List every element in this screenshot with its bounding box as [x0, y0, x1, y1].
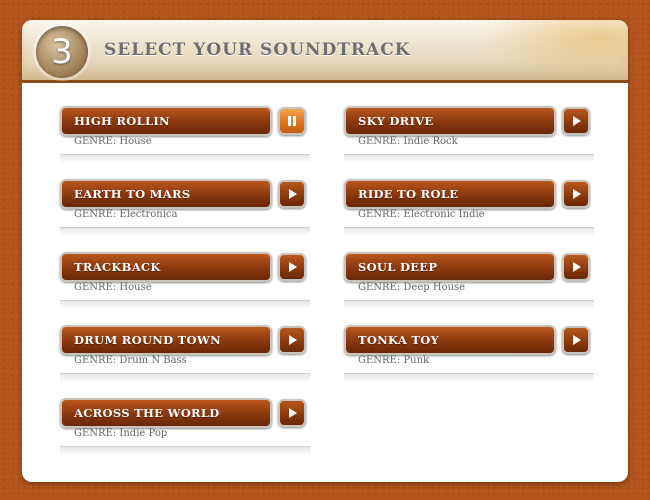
- pause-button[interactable]: [278, 107, 306, 135]
- play-button[interactable]: [278, 253, 306, 281]
- track-name: RIDE TO ROLE: [358, 187, 459, 201]
- track-select-button[interactable]: EARTH TO MARS: [60, 179, 272, 209]
- play-icon: [573, 262, 581, 272]
- track-genre: GENRE: Electronic Indie: [358, 209, 485, 220]
- divider: [344, 227, 594, 236]
- track-genre: GENRE: Punk: [358, 355, 430, 366]
- track-item: HIGH ROLLIN GENRE: House: [60, 106, 310, 179]
- track-item: SOUL DEEP GENRE: Deep House: [344, 252, 594, 325]
- soundtrack-panel: 3 SELECT YOUR SOUNDTRACK HIGH ROLLIN GEN…: [22, 20, 628, 482]
- track-item: RIDE TO ROLE GENRE: Electronic Indie: [344, 179, 594, 252]
- divider: [344, 154, 594, 163]
- track-genre: GENRE: Indie Rock: [358, 136, 458, 147]
- track-name: TONKA TOY: [358, 333, 440, 347]
- track-select-button[interactable]: HIGH ROLLIN: [60, 106, 272, 136]
- play-icon: [573, 335, 581, 345]
- track-name: EARTH TO MARS: [74, 187, 191, 201]
- track-select-button[interactable]: SOUL DEEP: [344, 252, 556, 282]
- track-name: TRACKBACK: [74, 260, 161, 274]
- track-genre: GENRE: Electronica: [74, 209, 178, 220]
- divider: [60, 154, 310, 163]
- track-genre: GENRE: Drum N Bass: [74, 355, 187, 366]
- track-name: SOUL DEEP: [358, 260, 438, 274]
- track-item: ACROSS THE WORLD GENRE: Indie Pop: [60, 398, 310, 471]
- play-button[interactable]: [562, 253, 590, 281]
- track-item: TONKA TOY GENRE: Punk: [344, 325, 594, 398]
- header-decoration: [478, 20, 628, 80]
- play-icon: [573, 189, 581, 199]
- track-genre: GENRE: House: [74, 282, 152, 293]
- divider: [60, 446, 310, 455]
- track-select-button[interactable]: TRACKBACK: [60, 252, 272, 282]
- track-select-button[interactable]: DRUM ROUND TOWN: [60, 325, 272, 355]
- track-name: ACROSS THE WORLD: [74, 406, 220, 420]
- play-button[interactable]: [562, 107, 590, 135]
- track-item: SKY DRIVE GENRE: Indie Rock: [344, 106, 594, 179]
- divider: [344, 373, 594, 382]
- track-item: EARTH TO MARS GENRE: Electronica: [60, 179, 310, 252]
- track-genre: GENRE: House: [74, 136, 152, 147]
- play-button[interactable]: [562, 326, 590, 354]
- track-name: DRUM ROUND TOWN: [74, 333, 221, 347]
- play-button[interactable]: [278, 326, 306, 354]
- track-select-button[interactable]: ACROSS THE WORLD: [60, 398, 272, 428]
- divider: [60, 227, 310, 236]
- step-number: 3: [51, 32, 73, 72]
- divider: [60, 373, 310, 382]
- track-column-right: SKY DRIVE GENRE: Indie Rock RIDE TO ROLE…: [344, 106, 594, 398]
- play-button[interactable]: [562, 180, 590, 208]
- play-button[interactable]: [278, 180, 306, 208]
- play-icon: [289, 189, 297, 199]
- track-genre: GENRE: Indie Pop: [74, 428, 168, 439]
- divider: [60, 300, 310, 309]
- play-icon: [573, 116, 581, 126]
- track-item: DRUM ROUND TOWN GENRE: Drum N Bass: [60, 325, 310, 398]
- track-select-button[interactable]: SKY DRIVE: [344, 106, 556, 136]
- play-icon: [289, 408, 297, 418]
- track-select-button[interactable]: RIDE TO ROLE: [344, 179, 556, 209]
- track-name: HIGH ROLLIN: [74, 114, 170, 128]
- page-title: SELECT YOUR SOUNDTRACK: [104, 40, 411, 60]
- play-icon: [289, 335, 297, 345]
- divider: [344, 300, 594, 309]
- play-icon: [289, 262, 297, 272]
- track-column-left: HIGH ROLLIN GENRE: House EARTH TO MARS G…: [60, 106, 310, 471]
- track-genre: GENRE: Deep House: [358, 282, 466, 293]
- pause-icon: [287, 116, 297, 126]
- play-button[interactable]: [278, 399, 306, 427]
- track-item: TRACKBACK GENRE: House: [60, 252, 310, 325]
- track-select-button[interactable]: TONKA TOY: [344, 325, 556, 355]
- step-badge: 3: [36, 26, 88, 78]
- header-bar: 3 SELECT YOUR SOUNDTRACK: [22, 20, 628, 83]
- track-name: SKY DRIVE: [358, 114, 434, 128]
